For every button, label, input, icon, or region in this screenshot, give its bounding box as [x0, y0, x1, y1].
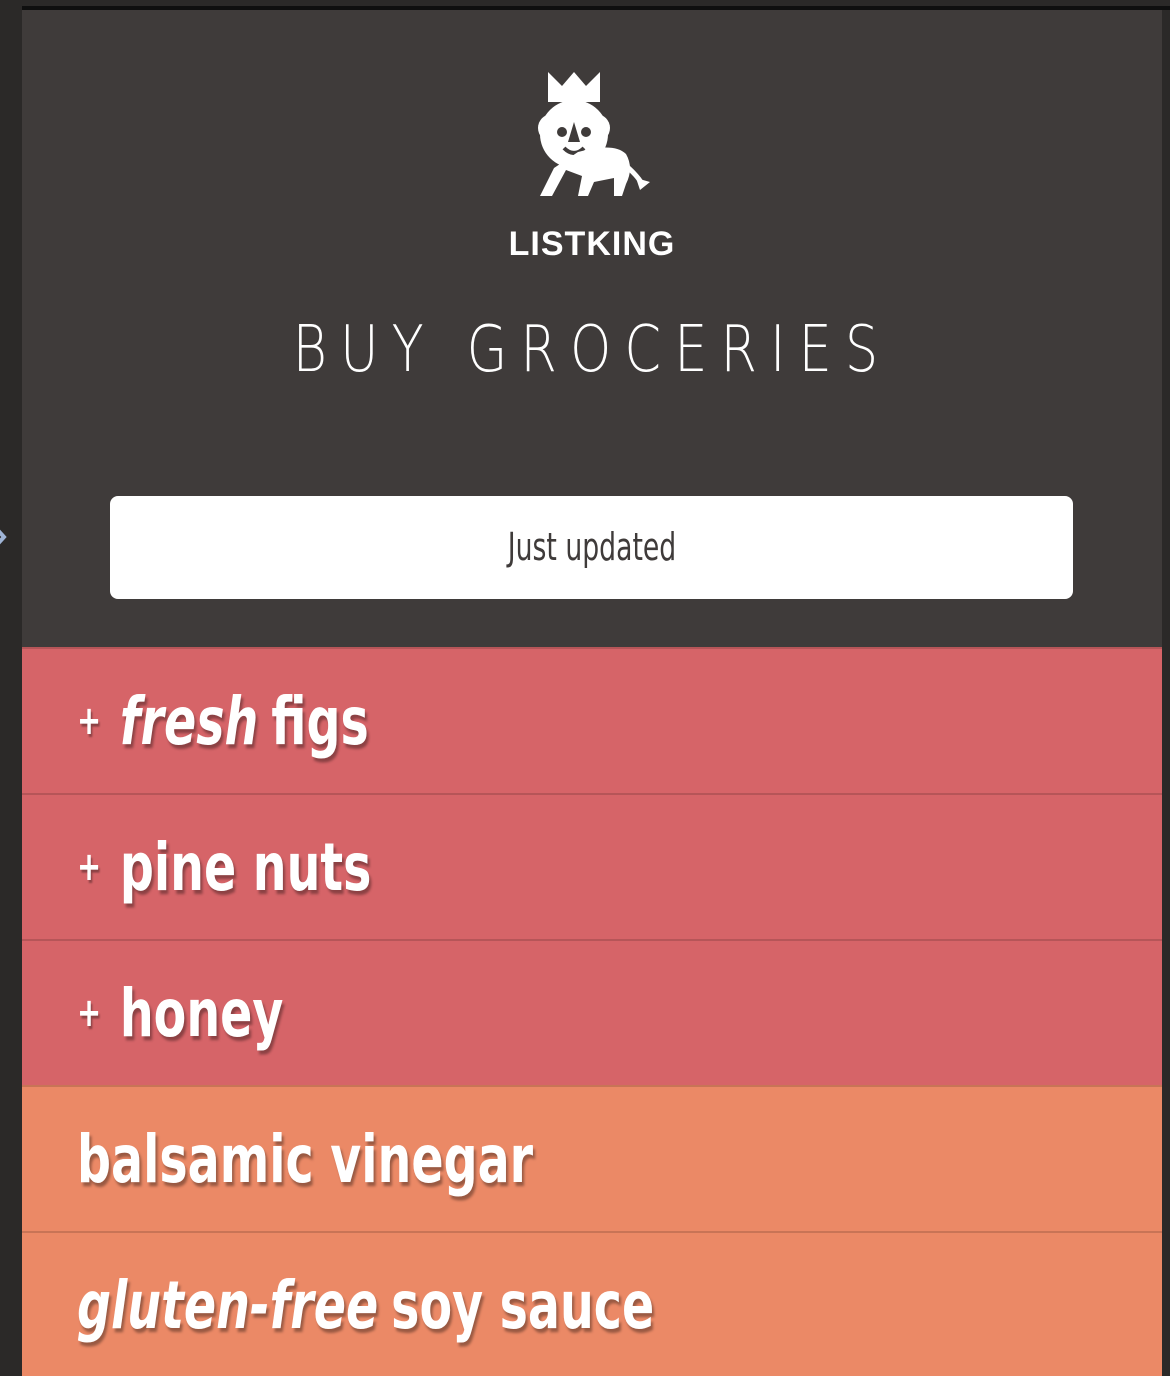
list-item[interactable]: gluten-free soy sauce — [22, 1231, 1162, 1376]
list-item[interactable]: + pine nuts — [22, 793, 1162, 939]
item-label: honey — [120, 975, 284, 1052]
list-item[interactable]: + honey — [22, 939, 1162, 1085]
page-title: BUY GROCERIES — [292, 313, 892, 387]
priority-plus-icon: + — [77, 698, 102, 744]
item-emphasis: gluten-free — [77, 1266, 379, 1344]
logo: LISTKING — [22, 72, 1162, 264]
lion-king-logo-icon — [538, 72, 650, 196]
item-label: balsamic vinegar — [77, 1121, 533, 1198]
list-item[interactable]: balsamic vinegar — [22, 1085, 1162, 1231]
brand-name: LISTKING — [508, 225, 676, 263]
list-item[interactable]: + fresh figs — [22, 647, 1162, 793]
status-label: Just updated — [507, 525, 676, 569]
status-button[interactable]: Just updated — [110, 496, 1073, 599]
item-emphasis: fresh — [119, 682, 259, 760]
item-label: fresh figs — [120, 683, 369, 760]
list-header: LISTKING BUY GROCERIES Just updated — [22, 10, 1162, 647]
list-app: LISTKING BUY GROCERIES Just updated + fr… — [22, 10, 1162, 1376]
item-name: honey — [119, 974, 284, 1052]
grocery-list: + fresh figs + pine nuts + honey balsamic… — [22, 647, 1162, 1376]
item-name: pine nuts — [119, 828, 372, 906]
item-label: gluten-free soy sauce — [77, 1267, 654, 1344]
priority-plus-icon: + — [77, 844, 102, 890]
item-label: pine nuts — [120, 829, 372, 906]
item-name: soy sauce — [391, 1266, 655, 1344]
chevron-right-icon[interactable] — [0, 522, 10, 552]
item-name: figs — [271, 682, 369, 760]
item-name: balsamic vinegar — [77, 1120, 534, 1198]
priority-plus-icon: + — [77, 990, 102, 1036]
